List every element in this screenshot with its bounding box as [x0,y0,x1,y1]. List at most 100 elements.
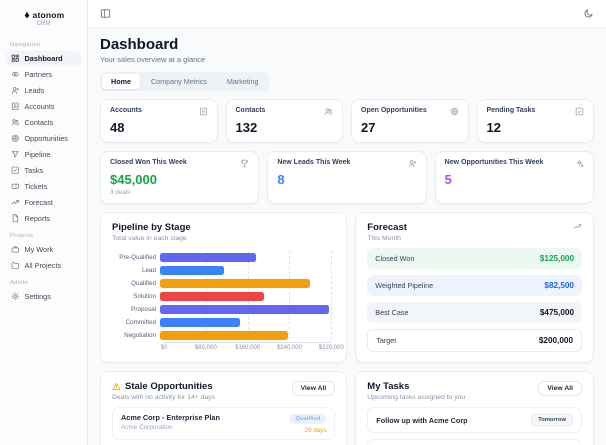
opportunity-name: Acme Corp - Enterprise Plan [121,413,220,422]
stale-opportunity-item[interactable]: Acme Corp - Enterprise Plan Acme Corporat… [112,407,336,440]
chart-x-tick: $160,000 [235,345,261,351]
sidebar: atonom CRM Navigation Dashboard Partners Le… [0,0,88,445]
trophy-icon [240,159,249,168]
stat-card-open-opportunities: Open Opportunities 27 [351,99,469,143]
dashboard-tabs: Home Company Metrics Marketing [100,72,270,91]
chart-category-label: Proposal [131,306,156,313]
chart-bar [160,292,265,301]
sidebar-item-label: Settings [24,292,51,301]
chart-bar-row: Committed [112,316,335,329]
stat-cards-row: Accounts 48 Contacts 132 Open Opportunities 2… [100,99,594,143]
sidebar-item-label: Partners [24,70,53,79]
sidebar-item-label: All Projects [24,261,62,270]
opportunity-company: Acme Corporation [121,424,173,431]
forecast-row-label: Weighted Pipeline [375,281,434,290]
stat-card-contacts: Contacts 132 [225,99,343,143]
stat-label: Accounts [110,107,142,114]
tab-home[interactable]: Home [102,74,140,89]
chart-category-label: Solution [133,293,156,300]
chart-bar-row: Solution [112,290,335,303]
trending-up-icon [11,198,20,207]
warning-icon [112,382,121,391]
tasks-view-all-button[interactable]: View All [538,381,582,396]
sidebar-item-opportunities[interactable]: Opportunities [6,131,81,146]
forecast-row-value: $82,500 [544,281,574,290]
sidebar-item-label: Dashboard [24,54,63,63]
stat-value: $45,000 [110,172,157,187]
chart-bar [160,331,289,340]
forecast-row-label: Target [376,336,397,345]
sidebar-item-partners[interactable]: Partners [6,67,81,82]
task-item[interactable]: Follow up with Acme Corp Tomorrow [367,407,582,433]
chart-x-axis: $0 $80,000 $160,000 $240,000 $320,000 [160,342,344,353]
forecast-title: Forecast [367,222,407,233]
forecast-row-value: $475,000 [539,308,574,317]
stat-value: 8 [277,172,285,187]
sidebar-item-label: Forecast [24,198,53,207]
sidebar-item-dashboard[interactable]: Dashboard [6,51,81,66]
stat-card-pending-tasks: Pending Tasks 12 [476,99,594,143]
sidebar-item-forecast[interactable]: Forecast [6,195,81,210]
topbar [88,0,606,28]
sidebar-item-tickets[interactable]: Tickets [6,179,81,194]
chart-bar [160,266,225,275]
sidebar-item-all-projects[interactable]: All Projects [6,258,81,273]
stale-view-all-button[interactable]: View All [291,381,336,396]
stale-subtitle: Deals with no activity for 14+ days [112,394,215,401]
stat-label: Contacts [235,107,266,114]
dashboard-content: Dashboard Your sales overview at a glanc… [88,28,606,445]
check-square-icon [575,107,584,116]
task-name: Follow up with Acme Corp [376,415,468,425]
chart-bar-row: Proposal [112,303,335,316]
chart-bar-row: Lead [112,264,335,277]
chart-category-label: Committed [125,319,156,326]
stat-card-new-leads-this-week: New Leads This Week 8 [267,151,427,204]
sidebar-item-tasks[interactable]: Tasks [6,163,81,178]
sidebar-item-settings[interactable]: Settings [6,289,81,304]
partners-icon [11,70,20,79]
my-tasks-card: My Tasks Upcoming tasks assigned to you … [355,371,594,445]
sidebar-item-accounts[interactable]: Accounts [6,99,81,114]
week-cards-row: Closed Won This Week $45,000 3 deals New Le… [100,151,594,204]
users-icon [324,107,333,116]
sparkles-icon [575,159,584,168]
stat-card-accounts: Accounts 48 [100,99,218,143]
stat-label: Pending Tasks [486,107,536,114]
chart-bar [160,253,257,262]
sidebar-item-pipeline[interactable]: Pipeline [6,147,81,162]
due-badge: Tomorrow [531,414,573,426]
chart-bar [160,318,241,327]
dashboard-icon [11,54,20,63]
chart-x-tick: $80,000 [194,345,217,351]
bottom-row: Stale Opportunities Deals with no activi… [100,371,594,445]
sidebar-item-leads[interactable]: Leads [6,83,81,98]
forecast-row-label: Closed Won [375,254,415,263]
users-icon [11,118,20,127]
stat-value: 12 [486,120,501,135]
funnel-icon [11,150,20,159]
sidebar-item-my-work[interactable]: My Work [6,242,81,257]
pipeline-subtitle: Total value in each stage [112,235,187,242]
sidebar-toggle-icon[interactable] [100,8,111,19]
forecast-row-closed-won: Closed Won $125,000 [367,248,582,269]
stat-value: 27 [361,120,376,135]
tab-company-metrics[interactable]: Company Metrics [142,74,216,89]
chart-x-tick: $0 [160,345,168,351]
sidebar-section-label: Admin [10,280,28,286]
sidebar-item-label: My Work [24,245,54,254]
building-icon [11,102,20,111]
sidebar-item-contacts[interactable]: Contacts [6,115,81,130]
app-logo: atonom CRM [6,8,81,35]
sidebar-item-reports[interactable]: Reports [6,211,81,226]
tab-marketing[interactable]: Marketing [218,74,268,89]
folder-icon [11,261,20,270]
theme-toggle-icon[interactable] [583,8,594,19]
chart-category-label: Pre-Qualified [119,254,156,261]
charts-row: Pipeline by Stage Total value in each st… [100,212,594,363]
leads-icon [11,86,20,95]
task-item[interactable]: Prepare proposal for TechFlowToday [367,439,582,445]
sidebar-item-label: Leads [24,86,45,95]
stat-sub: 3 deals [110,189,131,196]
chart-bar-row: Negotiation [112,329,335,342]
stat-label: Closed Won This Week [110,159,187,166]
